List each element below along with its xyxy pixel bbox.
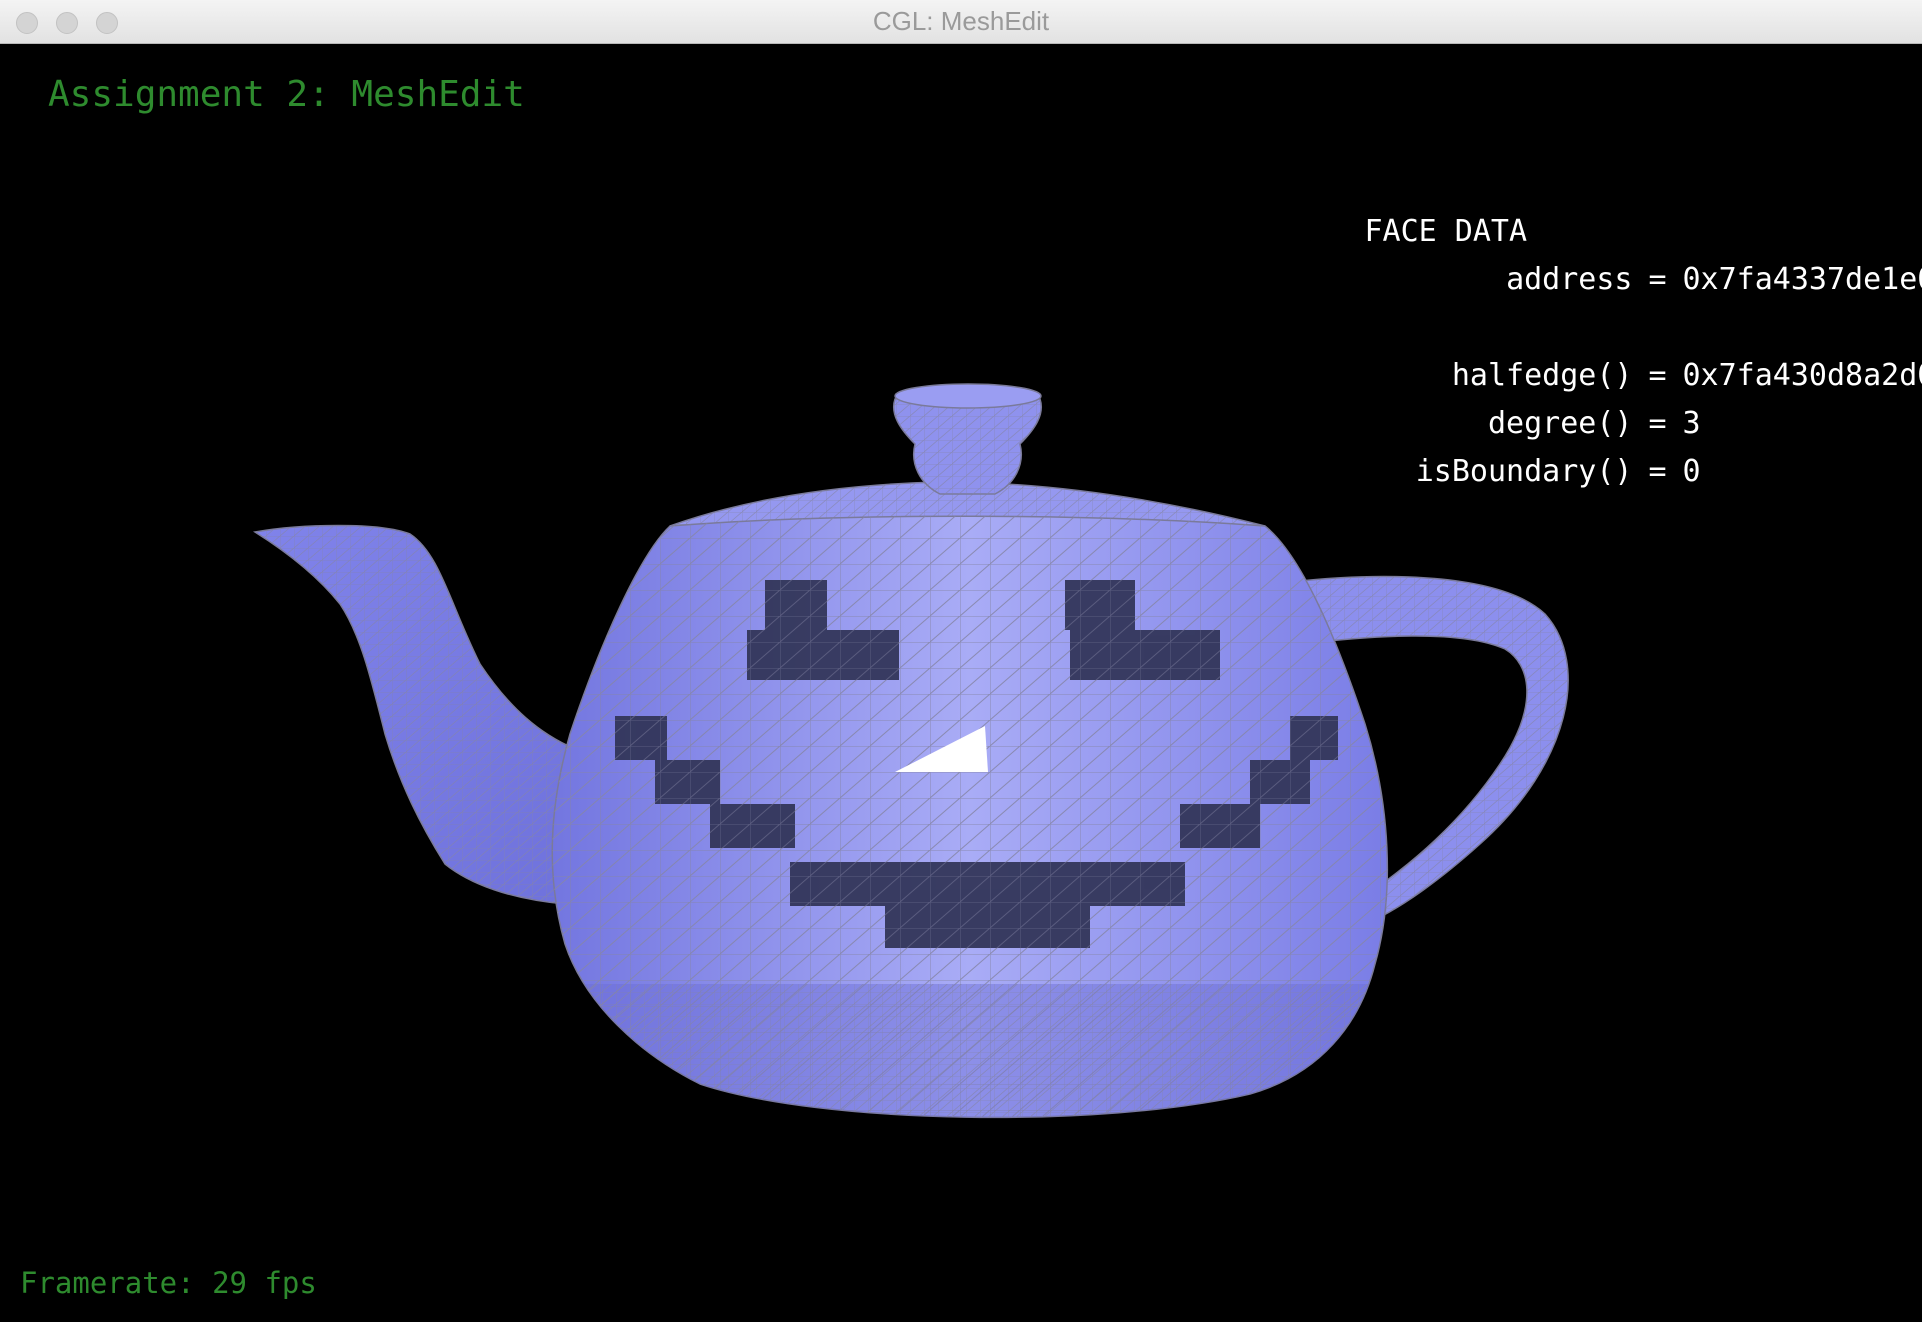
address-value: 0x7fa4337de1e0 — [1682, 262, 1922, 297]
halfedge-value: 0x7fa430d8a2d0 — [1682, 358, 1922, 393]
teapot-body — [551, 515, 1389, 1119]
equals-sign: = — [1648, 262, 1667, 297]
equals-sign: = — [1648, 454, 1667, 489]
framerate-label: Framerate: — [20, 1266, 195, 1300]
mesh-viewport[interactable]: Assignment 2: MeshEdit FACE DATA address… — [0, 44, 1922, 1322]
app-window: CGL: MeshEdit Assignment 2: MeshEdit FAC… — [0, 0, 1922, 1322]
window-title: CGL: MeshEdit — [872, 6, 1050, 36]
face-data-header: FACE DATA — [1220, 172, 1528, 249]
teapot-lid — [669, 383, 1266, 527]
app-title: Assignment 2: MeshEdit — [48, 74, 525, 115]
title-bar[interactable]: CGL: MeshEdit — [0, 0, 1922, 44]
framerate-readout: Framerate: 29 fps — [20, 1266, 317, 1300]
teapot-spout — [252, 524, 576, 905]
isboundary-value: 0 — [1682, 454, 1701, 489]
face-data-row-address: address = 0x7fa4337de1e0 — [1218, 220, 1922, 297]
face-data-row-isboundary: isBoundary() = 0 — [1218, 412, 1701, 489]
face-data-row-halfedge: halfedge() = 0x7fa430d8a2d0 — [1218, 316, 1922, 393]
isboundary-label: isBoundary() — [1415, 454, 1633, 489]
face-data-row-degree: degree() = 3 — [1218, 364, 1701, 441]
framerate-value: 29 fps — [212, 1266, 317, 1300]
address-label: address — [1506, 262, 1633, 297]
